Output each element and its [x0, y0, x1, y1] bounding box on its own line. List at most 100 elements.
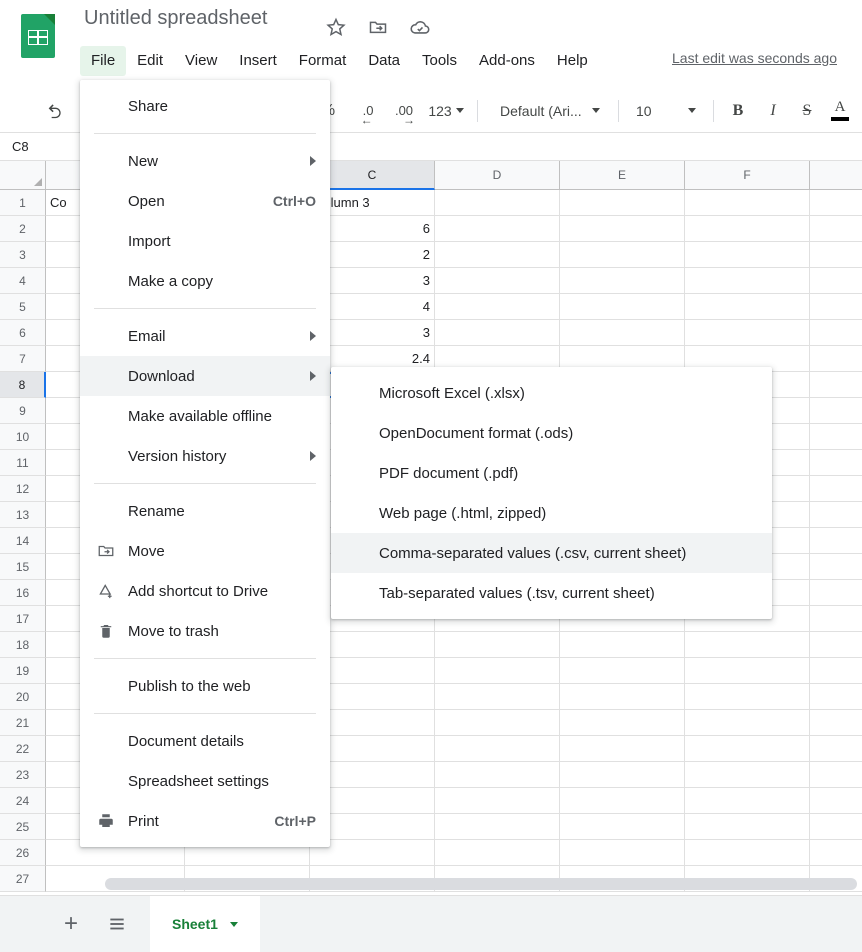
cell-E18[interactable]	[560, 632, 685, 658]
row-header-20[interactable]: 20	[0, 684, 46, 710]
cell-D21[interactable]	[435, 710, 560, 736]
chevron-down-icon[interactable]	[229, 921, 238, 927]
file-menu-item-add-shortcut-to-drive[interactable]: Add shortcut to Drive	[80, 571, 330, 611]
horizontal-scrollbar[interactable]	[105, 878, 857, 890]
cell-D6[interactable]	[435, 320, 560, 346]
row-header-4[interactable]: 4	[0, 268, 46, 294]
cell-G16[interactable]	[810, 580, 862, 606]
row-header-6[interactable]: 6	[0, 320, 46, 346]
cell-D1[interactable]	[435, 190, 560, 216]
cell-G5[interactable]	[810, 294, 862, 320]
file-menu-item-make-a-copy[interactable]: Make a copy	[80, 261, 330, 301]
cell-D4[interactable]	[435, 268, 560, 294]
cell-F24[interactable]	[685, 788, 810, 814]
cell-F20[interactable]	[685, 684, 810, 710]
cell-G21[interactable]	[810, 710, 862, 736]
bold-button[interactable]: B	[724, 95, 752, 126]
cell-G24[interactable]	[810, 788, 862, 814]
row-header-22[interactable]: 22	[0, 736, 46, 762]
file-menu-item-publish-to-the-web[interactable]: Publish to the web	[80, 666, 330, 706]
cell-E23[interactable]	[560, 762, 685, 788]
cell-G2[interactable]	[810, 216, 862, 242]
sheet-tab-sheet1[interactable]: Sheet1	[150, 895, 260, 952]
number-format-button[interactable]: 123	[424, 95, 468, 126]
cell-G19[interactable]	[810, 658, 862, 684]
cell-E3[interactable]	[560, 242, 685, 268]
menu-format[interactable]: Format	[288, 46, 358, 76]
download-option-pdf-document-pdf[interactable]: PDF document (.pdf)	[331, 453, 772, 493]
cell-F26[interactable]	[685, 840, 810, 866]
cell-F22[interactable]	[685, 736, 810, 762]
cell-D3[interactable]	[435, 242, 560, 268]
cell-G3[interactable]	[810, 242, 862, 268]
cell-F19[interactable]	[685, 658, 810, 684]
row-header-15[interactable]: 15	[0, 554, 46, 580]
select-all-corner[interactable]	[0, 161, 46, 190]
cell-D2[interactable]	[435, 216, 560, 242]
download-option-microsoft-excel-xlsx[interactable]: Microsoft Excel (.xlsx)	[331, 373, 772, 413]
cell-G15[interactable]	[810, 554, 862, 580]
row-header-16[interactable]: 16	[0, 580, 46, 606]
file-menu-item-new[interactable]: New	[80, 141, 330, 181]
cell-F6[interactable]	[685, 320, 810, 346]
row-header-18[interactable]: 18	[0, 632, 46, 658]
italic-button[interactable]: I	[759, 95, 787, 126]
file-menu-item-open[interactable]: Open Ctrl+O	[80, 181, 330, 221]
google-sheets-icon[interactable]	[18, 10, 58, 62]
column-header-D[interactable]: D	[435, 161, 560, 190]
file-menu-item-version-history[interactable]: Version history	[80, 436, 330, 476]
cell-G9[interactable]	[810, 398, 862, 424]
row-header-25[interactable]: 25	[0, 814, 46, 840]
cell-D18[interactable]	[435, 632, 560, 658]
cell-G17[interactable]	[810, 606, 862, 632]
cell-G6[interactable]	[810, 320, 862, 346]
cell-D5[interactable]	[435, 294, 560, 320]
cell-D19[interactable]	[435, 658, 560, 684]
file-menu-item-import[interactable]: Import	[80, 221, 330, 261]
row-header-1[interactable]: 1	[0, 190, 46, 216]
last-edit-status[interactable]: Last edit was seconds ago	[672, 50, 837, 66]
cell-E25[interactable]	[560, 814, 685, 840]
row-header-14[interactable]: 14	[0, 528, 46, 554]
cell-E4[interactable]	[560, 268, 685, 294]
font-family-select[interactable]: Default (Ari...	[492, 95, 608, 126]
menu-add-ons[interactable]: Add-ons	[468, 46, 546, 76]
cell-G22[interactable]	[810, 736, 862, 762]
cell-F5[interactable]	[685, 294, 810, 320]
download-option-opendocument-format-ods[interactable]: OpenDocument format (.ods)	[331, 413, 772, 453]
cell-E6[interactable]	[560, 320, 685, 346]
cell-E21[interactable]	[560, 710, 685, 736]
row-header-21[interactable]: 21	[0, 710, 46, 736]
cell-D24[interactable]	[435, 788, 560, 814]
cell-E20[interactable]	[560, 684, 685, 710]
text-color-button[interactable]: A	[826, 95, 854, 126]
row-header-7[interactable]: 7	[0, 346, 46, 372]
menu-help[interactable]: Help	[546, 46, 599, 76]
file-menu-item-rename[interactable]: Rename	[80, 491, 330, 531]
page-title[interactable]: Untitled spreadsheet	[84, 7, 267, 30]
cell-G11[interactable]	[810, 450, 862, 476]
cell-E1[interactable]	[560, 190, 685, 216]
row-header-5[interactable]: 5	[0, 294, 46, 320]
cell-F23[interactable]	[685, 762, 810, 788]
cell-E22[interactable]	[560, 736, 685, 762]
cell-F18[interactable]	[685, 632, 810, 658]
undo-button[interactable]	[40, 95, 70, 126]
menu-data[interactable]: Data	[357, 46, 411, 76]
cell-D22[interactable]	[435, 736, 560, 762]
cell-G10[interactable]	[810, 424, 862, 450]
row-header-26[interactable]: 26	[0, 840, 46, 866]
all-sheets-list-icon[interactable]	[98, 905, 136, 943]
row-header-24[interactable]: 24	[0, 788, 46, 814]
cell-G25[interactable]	[810, 814, 862, 840]
cell-E2[interactable]	[560, 216, 685, 242]
cell-G12[interactable]	[810, 476, 862, 502]
download-option-tab-separated-values-tsv-current-sheet[interactable]: Tab-separated values (.tsv, current shee…	[331, 573, 772, 613]
cell-F25[interactable]	[685, 814, 810, 840]
cell-F2[interactable]	[685, 216, 810, 242]
row-header-3[interactable]: 3	[0, 242, 46, 268]
row-header-27[interactable]: 27	[0, 866, 46, 892]
row-header-12[interactable]: 12	[0, 476, 46, 502]
row-header-19[interactable]: 19	[0, 658, 46, 684]
cell-D20[interactable]	[435, 684, 560, 710]
